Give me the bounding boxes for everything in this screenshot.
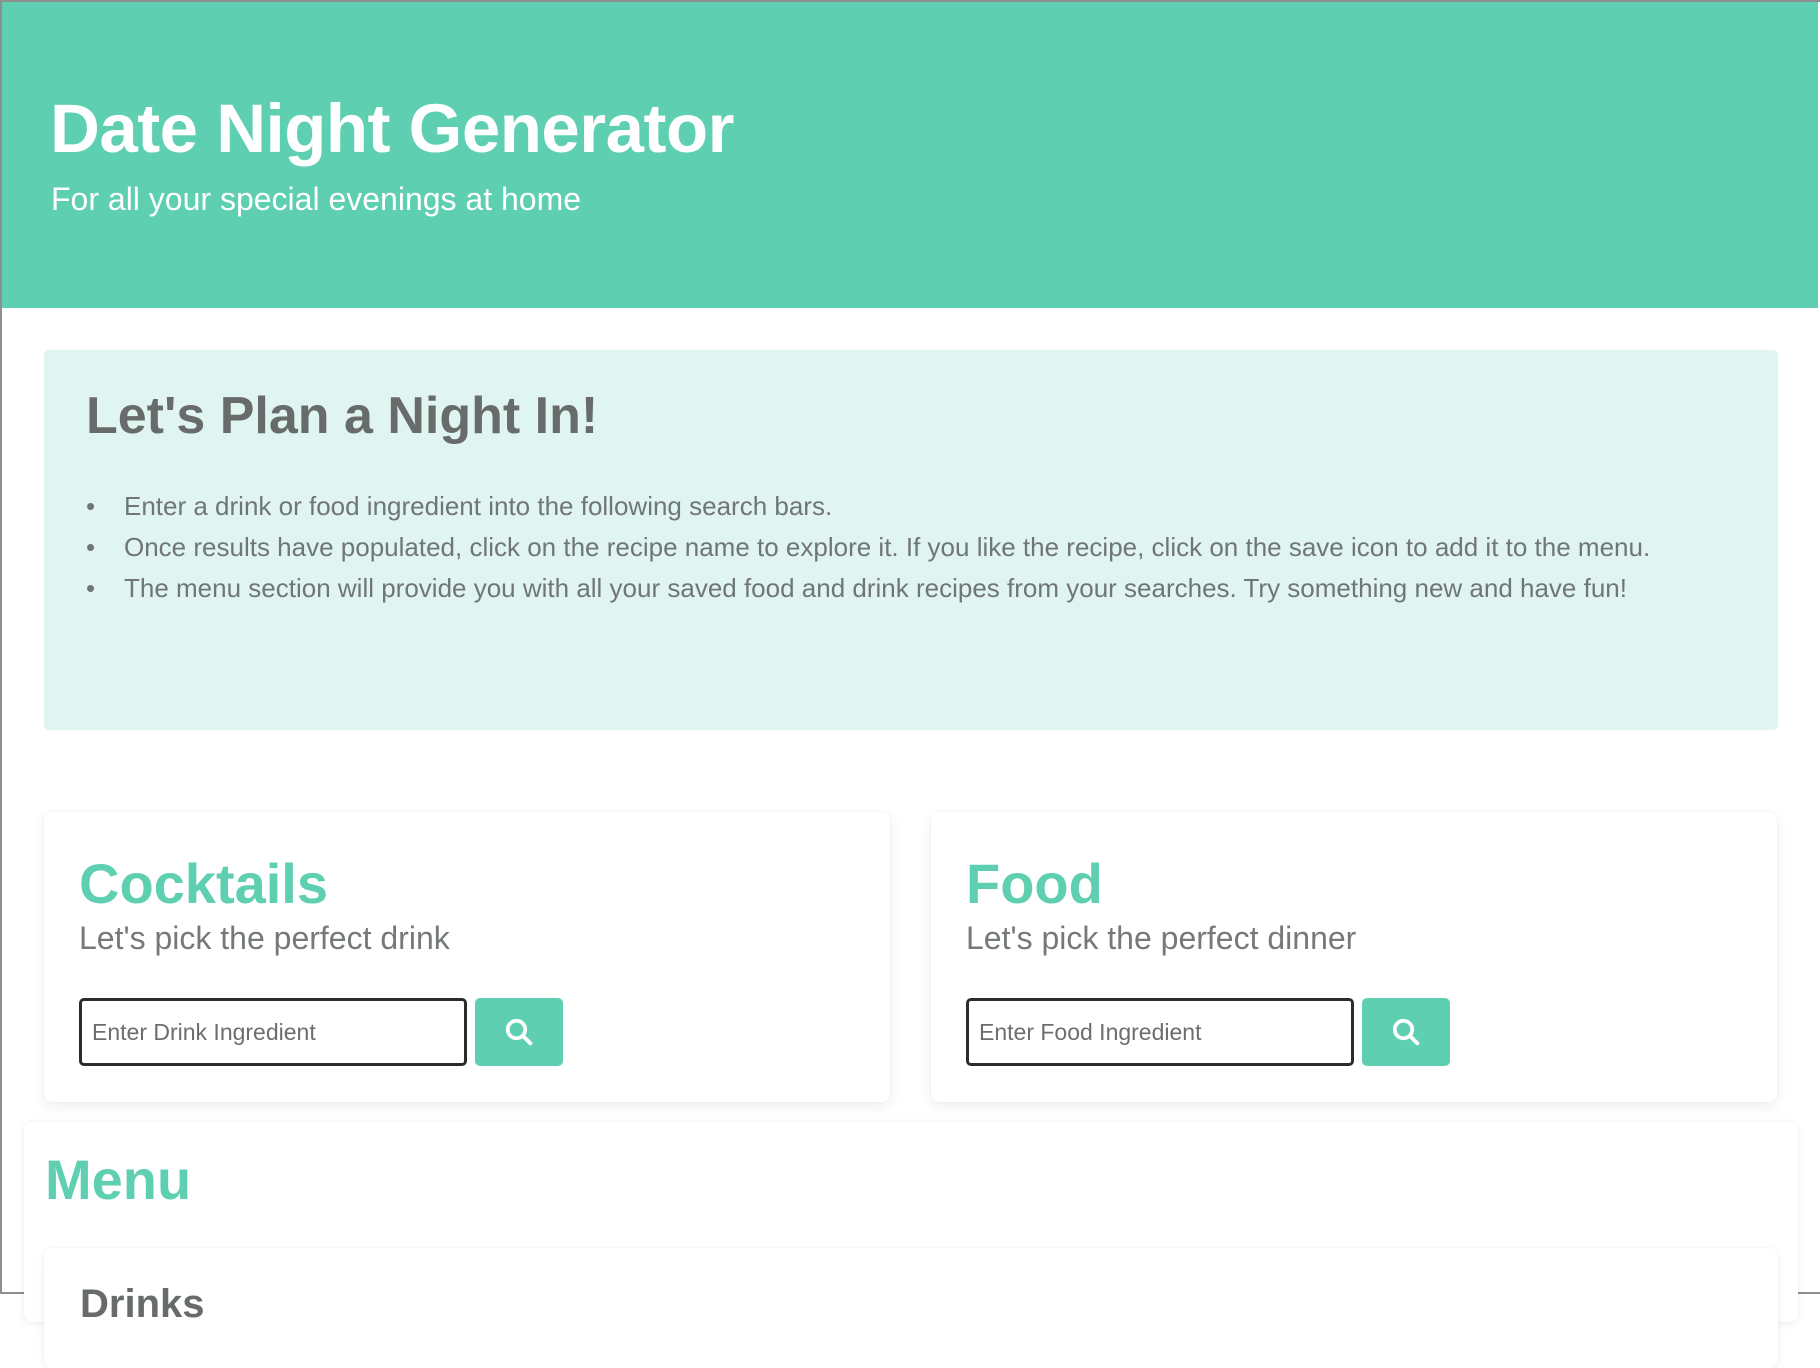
instructions-heading: Let's Plan a Night In! bbox=[86, 387, 599, 445]
page-subtitle: For all your special evenings at home bbox=[51, 181, 582, 217]
drink-search-input[interactable] bbox=[79, 998, 467, 1066]
food-card: Food Let's pick the perfect dinner bbox=[931, 812, 1777, 1102]
cocktails-title: Cocktails bbox=[79, 852, 328, 915]
instructions-list: • Enter a drink or food ingredient into t… bbox=[86, 486, 1736, 609]
drink-search-button[interactable] bbox=[475, 998, 563, 1066]
instructions-panel: Let's Plan a Night In! • Enter a drink or… bbox=[44, 350, 1778, 730]
food-search-row bbox=[966, 998, 1450, 1066]
search-icon bbox=[1392, 1018, 1420, 1046]
page-title: Date Night Generator bbox=[50, 90, 734, 167]
hero-banner: Date Night Generator For all your specia… bbox=[2, 2, 1818, 308]
menu-drinks-card: Drinks bbox=[44, 1248, 1778, 1368]
cocktails-subtitle: Let's pick the perfect drink bbox=[79, 920, 450, 956]
food-search-button[interactable] bbox=[1362, 998, 1450, 1066]
menu-title: Menu bbox=[45, 1148, 192, 1211]
list-item: • The menu section will provide you with … bbox=[86, 568, 1736, 609]
bullet-icon: • bbox=[86, 491, 96, 521]
search-icon bbox=[505, 1018, 533, 1046]
list-item: • Enter a drink or food ingredient into t… bbox=[86, 486, 1736, 527]
menu-drinks-title: Drinks bbox=[80, 1282, 205, 1326]
food-title: Food bbox=[966, 852, 1103, 915]
food-subtitle: Let's pick the perfect dinner bbox=[966, 920, 1357, 956]
list-item: • Once results have populated, click on t… bbox=[86, 527, 1736, 568]
bullet-icon: • bbox=[86, 532, 96, 562]
menu-panel: Menu Drinks bbox=[24, 1122, 1798, 1368]
instruction-text: Enter a drink or food ingredient into th… bbox=[124, 491, 833, 521]
food-search-input[interactable] bbox=[966, 998, 1354, 1066]
drink-search-row bbox=[79, 998, 563, 1066]
instruction-text: The menu section will provide you with a… bbox=[124, 573, 1627, 603]
instruction-text: Once results have populated, click on th… bbox=[124, 532, 1651, 562]
bullet-icon: • bbox=[86, 573, 96, 603]
cocktails-card: Cocktails Let's pick the perfect drink bbox=[44, 812, 890, 1102]
